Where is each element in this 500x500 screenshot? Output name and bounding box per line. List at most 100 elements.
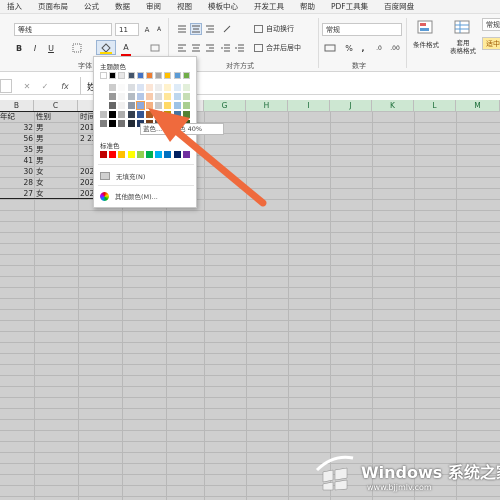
theme-color-swatch[interactable] [127,72,135,79]
standard-color-swatch[interactable] [173,151,181,158]
font-size-select[interactable]: 11 [115,23,139,36]
confirm-icon[interactable]: ✓ [40,79,50,93]
theme-color-swatch[interactable] [182,72,190,79]
theme-shade-swatch[interactable] [155,102,163,109]
theme-color-swatch[interactable] [164,72,172,79]
comma-button[interactable]: , [358,42,368,54]
theme-shade-swatch[interactable] [109,84,117,91]
theme-shade-swatch[interactable] [100,120,107,127]
theme-shade-swatch[interactable] [164,111,172,118]
theme-shade-swatch[interactable] [155,111,163,118]
col-header-l[interactable]: L [414,100,456,112]
italic-button[interactable]: I [30,42,40,54]
align-bottom-icon[interactable] [204,23,216,35]
theme-shade-swatch[interactable] [100,93,107,100]
col-header-i[interactable]: I [288,100,330,112]
number-format-select[interactable]: 常规 [322,23,402,36]
theme-shade-swatch[interactable] [127,111,135,118]
col-header-j[interactable]: J [330,100,372,112]
conditional-format-button[interactable]: 条件格式 [410,38,442,50]
more-colors-option[interactable]: 其他颜色(M)... [100,191,158,201]
standard-color-swatch[interactable] [182,151,190,158]
theme-shade-swatch[interactable] [155,84,163,91]
phonetic-icon[interactable] [147,42,163,54]
align-center-icon[interactable] [190,42,202,54]
standard-color-swatch[interactable] [136,151,144,158]
increase-indent-icon[interactable] [234,42,246,54]
theme-shade-swatch[interactable] [118,120,126,127]
menu-item[interactable]: 数据 [108,1,139,12]
theme-color-swatch[interactable] [109,72,117,79]
merge-center-button[interactable]: 合并后居中 [254,42,316,54]
align-left-icon[interactable] [176,42,188,54]
theme-shade-swatch[interactable] [109,93,117,100]
border-icon[interactable] [70,42,84,54]
conditional-format-icon[interactable] [410,18,440,36]
align-middle-icon[interactable] [190,23,202,35]
menu-item[interactable]: 开发工具 [247,1,293,12]
font-name-select[interactable]: 等线 [14,23,112,36]
theme-shade-swatch[interactable] [164,84,172,91]
theme-shade-swatch[interactable] [155,93,163,100]
decrease-font-icon[interactable]: A [153,23,165,36]
fx-icon[interactable]: fx [58,79,72,93]
theme-shade-swatch[interactable] [182,102,190,109]
menu-item[interactable]: 视图 [170,1,201,12]
theme-shade-swatch[interactable] [136,84,144,91]
increase-font-icon[interactable]: A [141,23,153,36]
theme-shade-swatch[interactable] [109,120,117,127]
theme-color-swatch[interactable] [136,72,144,79]
bold-button[interactable]: B [14,42,24,54]
standard-color-swatch[interactable] [164,151,172,158]
no-fill-option[interactable]: 无填充(N) [100,171,145,181]
standard-color-swatch[interactable] [109,151,117,158]
theme-shade-swatch[interactable] [173,111,181,118]
menu-item[interactable]: PDF工具集 [324,1,377,12]
standard-color-swatch[interactable] [155,151,163,158]
underline-button[interactable]: U [46,42,56,54]
standard-color-swatch[interactable] [100,151,107,158]
standard-color-swatch[interactable] [118,151,126,158]
theme-shade-swatch[interactable] [146,93,153,100]
theme-shade-swatch[interactable] [109,102,117,109]
menu-item[interactable]: 公式 [77,1,108,12]
theme-shade-swatch[interactable] [118,93,126,100]
col-header-k[interactable]: K [372,100,414,112]
standard-color-swatch[interactable] [146,151,153,158]
theme-shade-swatch[interactable] [100,102,107,109]
decrease-decimal-icon[interactable]: .00 [388,42,402,54]
theme-shade-swatch[interactable] [182,84,190,91]
percent-button[interactable]: % [344,42,354,54]
theme-shade-swatch[interactable] [136,111,144,118]
theme-shade-swatch[interactable] [146,84,153,91]
col-header-g[interactable]: G [204,100,246,112]
menu-item[interactable]: 插入 [0,1,31,12]
orientation-icon[interactable] [220,23,234,35]
theme-color-swatch[interactable] [118,72,126,79]
table-format-button[interactable]: 套用 表格格式 [446,37,480,57]
currency-icon[interactable] [322,42,338,54]
menu-item[interactable]: 帮助 [293,1,324,12]
theme-shade-swatch[interactable] [182,93,190,100]
theme-shade-swatch[interactable] [173,102,181,109]
menu-item[interactable]: 页面布局 [31,1,77,12]
wrap-text-button[interactable]: 自动换行 [254,23,310,35]
theme-shade-swatch[interactable] [118,102,126,109]
name-box[interactable] [0,79,12,93]
theme-shade-swatch[interactable] [127,120,135,127]
theme-shade-swatch[interactable] [164,102,172,109]
theme-shade-swatch[interactable] [100,84,107,91]
fill-color-button[interactable] [96,40,116,55]
theme-shade-swatch[interactable] [118,111,126,118]
theme-color-swatch[interactable] [100,72,107,79]
theme-shade-swatch[interactable] [127,93,135,100]
col-header-m[interactable]: M [456,100,500,112]
theme-color-swatch[interactable] [146,72,153,79]
theme-shade-swatch[interactable] [136,93,144,100]
theme-shade-swatch[interactable] [118,84,126,91]
theme-shade-swatch[interactable] [146,111,153,118]
menu-item[interactable]: 模板中心 [201,1,247,12]
cancel-icon[interactable]: ✕ [22,79,32,93]
style-normal[interactable]: 常规 [482,18,500,31]
table-format-icon[interactable] [448,18,476,36]
